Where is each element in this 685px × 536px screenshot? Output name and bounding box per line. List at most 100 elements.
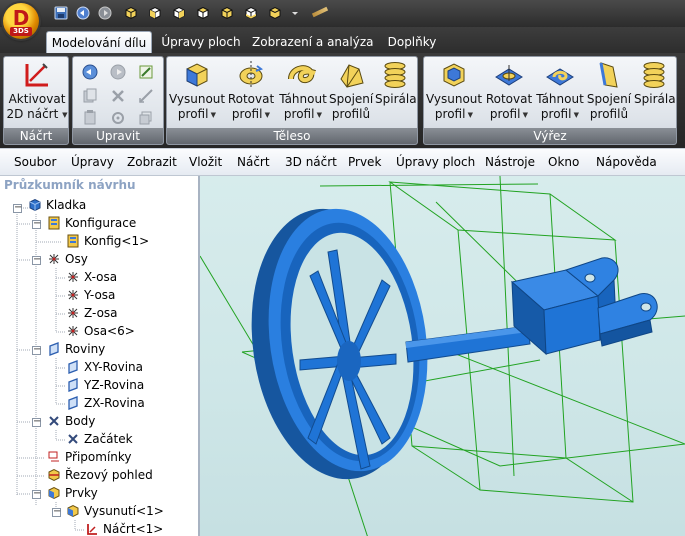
menu-window[interactable]: Okno (548, 149, 579, 176)
cube-left-icon[interactable] (244, 6, 258, 20)
solid-revolve-line1: Rotovat (227, 92, 275, 106)
cut-sweep-line2: profil (540, 107, 572, 121)
plane-icon (66, 360, 80, 374)
dropdown-caret-icon[interactable]: ▼ (208, 111, 216, 119)
expander-extrude[interactable]: − (52, 507, 61, 517)
menu-insert[interactable]: Vložit (189, 149, 222, 176)
expander-config[interactable]: − (32, 219, 41, 229)
tree-node-features[interactable]: Prvky (47, 484, 98, 502)
paste-icon[interactable] (81, 109, 99, 127)
tree-node-config[interactable]: Konfigurace (47, 214, 136, 232)
app-logo-icon[interactable]: D 3DS (3, 3, 39, 39)
cube-bottom-icon[interactable] (220, 6, 234, 20)
cube-top-icon[interactable] (196, 6, 210, 20)
cube-iso-icon[interactable] (268, 6, 282, 20)
menu-edit[interactable]: Úpravy (71, 149, 114, 176)
solid-extrude-line1: Vysunout (169, 92, 226, 106)
config-item-icon (66, 234, 80, 248)
ruler-icon[interactable] (311, 6, 329, 18)
dropdown-caret-icon[interactable]: ▼ (314, 111, 322, 119)
cut-extrude-button[interactable]: Vysunout profil ▼ (426, 59, 482, 129)
cube-view-icon[interactable] (124, 6, 138, 20)
cut-revolve-line1: Rotovat (485, 92, 533, 106)
tab-surface-edit[interactable]: Úpravy ploch (158, 31, 244, 53)
duplicate-icon[interactable] (137, 109, 155, 127)
cut-revolve-line2: profil (489, 107, 521, 121)
save-icon[interactable] (54, 6, 68, 20)
tree-node-xy-plane[interactable]: XY-Rovina (66, 358, 143, 376)
tree-node-part[interactable]: Kladka (28, 196, 86, 214)
tree-node-axis-6[interactable]: Osa<6> (66, 322, 135, 340)
properties-icon[interactable] (109, 109, 127, 127)
sketch-edit-icon[interactable] (137, 63, 155, 81)
expander-kladka[interactable]: − (13, 203, 22, 213)
menu-3d-sketch[interactable]: 3D náčrt (285, 149, 337, 176)
qat-dropdown-icon[interactable] (288, 6, 298, 20)
tab-part-modeling[interactable]: Modelování dílu (46, 31, 152, 54)
tree-node-section-view[interactable]: Řezový pohled (47, 466, 153, 484)
logo-badge: 3DS (10, 27, 32, 36)
3d-viewport[interactable] (200, 176, 685, 536)
activate-line1: Aktivovat (8, 92, 66, 106)
redo-icon[interactable] (98, 6, 112, 20)
tree-node-yz-plane[interactable]: YZ-Rovina (66, 376, 144, 394)
solid-loft-button[interactable]: Spojení profilů (329, 59, 373, 129)
undo-icon[interactable] (76, 6, 90, 20)
measure-icon[interactable] (137, 87, 155, 105)
tree-node-x-axis[interactable]: X-osa (66, 268, 117, 286)
tab-view-analysis[interactable]: Zobrazení a analýza (252, 31, 373, 53)
expander-points[interactable]: − (32, 417, 41, 427)
dropdown-caret-icon[interactable]: ▼ (520, 111, 528, 119)
tree-node-sketch-1[interactable]: Náčrt<1> (85, 520, 163, 536)
blue-circle-icon[interactable] (81, 63, 99, 81)
expander-features[interactable]: − (32, 489, 41, 499)
tree-node-y-axis[interactable]: Y-osa (66, 286, 115, 304)
disabled-circle-icon[interactable] (109, 63, 127, 81)
menu-file[interactable]: Soubor (14, 149, 56, 176)
tree-node-extrude-1[interactable]: Vysunutí<1> (66, 502, 164, 520)
tree-node-z-axis[interactable]: Z-osa (66, 304, 118, 322)
cube-back-icon[interactable] (172, 6, 186, 20)
tab-addons[interactable]: Doplňky (382, 31, 442, 53)
menu-tools[interactable]: Nástroje (485, 149, 535, 176)
cut-revolve-button[interactable]: Rotovat profil ▼ (484, 59, 534, 129)
tree-label: Z-osa (84, 306, 118, 320)
tree-label: Prvky (65, 486, 98, 500)
tree-label: Vysunutí<1> (84, 504, 164, 518)
group-label-cut: Výřez (424, 128, 676, 144)
tree-node-origin[interactable]: Začátek (66, 430, 133, 448)
delete-icon[interactable] (109, 87, 127, 105)
cut-sweep-button[interactable]: Táhnout profil ▼ (534, 59, 586, 129)
solid-revolve-button[interactable]: Rotovat profil ▼ (227, 59, 275, 129)
copy-icon[interactable] (81, 87, 99, 105)
ribbon-group-cut: Vysunout profil ▼ Rotovat profil ▼ Táhno… (423, 56, 677, 145)
expander-planes[interactable]: − (32, 345, 41, 355)
tree-label: Osy (65, 252, 88, 266)
menu-feature[interactable]: Prvek (348, 149, 381, 176)
solid-extrude-line2: profil (177, 107, 209, 121)
tree-node-points[interactable]: Body (47, 412, 95, 430)
menu-surface-edit[interactable]: Úpravy ploch (396, 149, 475, 176)
dropdown-caret-icon[interactable]: ▼ (262, 111, 270, 119)
solid-loft-line1: Spojení (329, 92, 374, 106)
solid-sweep-button[interactable]: Táhnout profil ▼ (277, 59, 329, 129)
dropdown-caret-icon[interactable]: ▼ (465, 111, 473, 119)
tree-node-config-item[interactable]: Konfig<1> (66, 232, 149, 250)
cube-front-icon[interactable] (148, 6, 162, 20)
tree-node-planes[interactable]: Roviny (47, 340, 105, 358)
dropdown-caret-icon[interactable]: ▼ (571, 111, 579, 119)
cut-loft-button[interactable]: Spojení profilů (586, 59, 632, 129)
expander-axes[interactable]: − (32, 255, 41, 265)
tree-node-annotations[interactable]: Připomínky (47, 448, 132, 466)
solid-helix-button[interactable]: Spirála (375, 59, 417, 129)
solid-extrude-button[interactable]: Vysunout profil ▼ (169, 59, 225, 129)
dropdown-caret-icon[interactable]: ▼ (62, 111, 67, 119)
tree-node-zx-plane[interactable]: ZX-Rovina (66, 394, 145, 412)
menu-view[interactable]: Zobrazit (127, 149, 177, 176)
menu-sketch[interactable]: Náčrt (237, 149, 270, 176)
activate-2d-sketch-button[interactable]: Aktivovat 2D náčrt ▼ (6, 59, 68, 129)
cut-helix-button[interactable]: Spirála (634, 59, 676, 129)
tree-node-axes[interactable]: Osy (47, 250, 88, 268)
cut-loft-line2: profilů (589, 107, 629, 121)
menu-help[interactable]: Nápověda (596, 149, 657, 176)
